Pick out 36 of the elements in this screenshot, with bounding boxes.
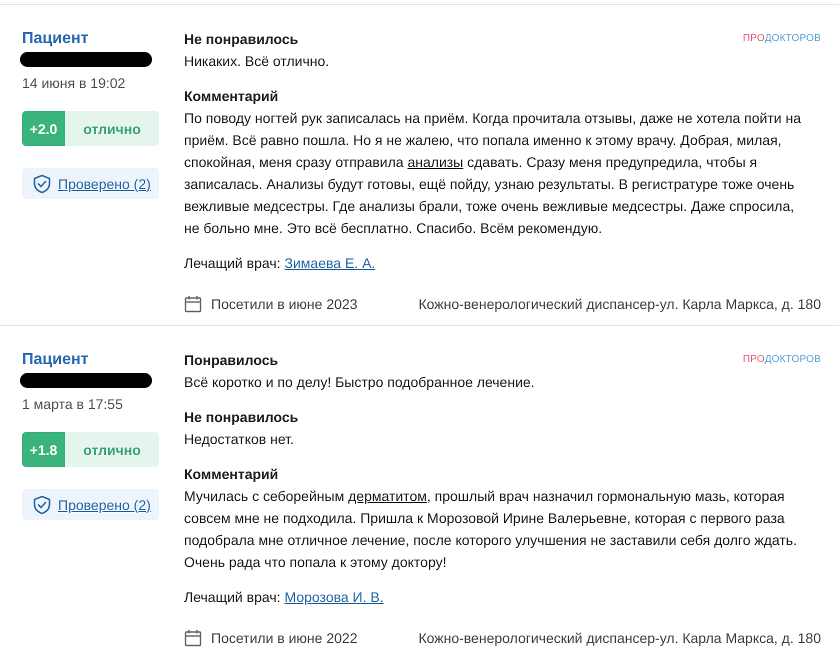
shield-check-icon bbox=[32, 494, 52, 514]
calendar-icon bbox=[184, 295, 202, 313]
term-link[interactable]: анализы bbox=[407, 154, 464, 170]
section-heading: Не понравилось bbox=[184, 408, 298, 427]
clinic-address: Кожно-венерологический диспансер-ул. Карла Маркса, д. 180 bbox=[418, 296, 821, 312]
doctor-label: Лечащий врач: bbox=[184, 589, 281, 605]
shield-check-icon bbox=[32, 174, 52, 194]
visit-date: Посетили в июне 2023 bbox=[211, 296, 358, 312]
review-date: 1 марта в 17:55 bbox=[22, 395, 124, 413]
visit-date: Посетили в июне 2022 bbox=[211, 630, 358, 646]
section-text: Мучилась с себорейным дерматитом, прошлый врач назначил гормональную мазь, которая совсем мне не подходила. Пришла к Морозовой Ирине Валерьевне, которая с первого раза подобрала мне отличное лечение, после которого улучшения не заставили себя долго ждать. Очень рада что попала к этому доктору! bbox=[184, 487, 798, 572]
section-heading: Не понравилось bbox=[184, 30, 298, 49]
section-text: Никаких. Всё отлично. bbox=[184, 52, 330, 71]
author-name: Пациент bbox=[22, 29, 90, 49]
source-logo: ПРОДОКТОРОВ bbox=[742, 33, 821, 44]
section-text: По поводу ногтей рук записалась на приём. Когда прочитала отзывы, даже не хотела пойти на приём. Всё равно пошла. Но я не жалею, что попала именно к этому врачу. Добрая, милая, спокойная, меня сразу отправила анализы сдавать. Сразу меня предупредила, чтобы я записалась. Анализы будут готовы, ещё пойду, узнаю результаты. В регистратуре тоже очень вежливые медсестры. Где анализы брали, тоже очень вежливые медсестры. Даже спросила, не больно мне. Это всё бесплатно. Спасибо. Всём рекомендую. bbox=[184, 109, 802, 238]
verified-link[interactable]: Проверено (2) bbox=[58, 496, 151, 512]
rating-score: +1.8 bbox=[22, 432, 65, 467]
section-heading: Понравилось bbox=[184, 351, 278, 370]
source-logo: ПРОДОКТОРОВ bbox=[742, 354, 821, 365]
term-link[interactable]: дерматитом bbox=[348, 488, 427, 504]
section-text: Всё коротко и по делу! Быстро подобранное лечение. bbox=[184, 373, 536, 392]
rating-score: +2.0 bbox=[22, 111, 65, 146]
doctor-label: Лечащий врач: bbox=[184, 255, 281, 271]
rating-label: отлично bbox=[82, 440, 142, 460]
calendar-icon bbox=[184, 629, 202, 647]
clinic-address: Кожно-венерологический диспансер-ул. Карла Маркса, д. 180 bbox=[418, 630, 821, 646]
doctor-link[interactable]: Зимаева Е. А. bbox=[284, 255, 376, 271]
doctor-link[interactable]: Морозова И. В. bbox=[284, 589, 384, 605]
section-heading: Комментарий bbox=[184, 87, 278, 106]
section-text: Недостатков нет. bbox=[184, 430, 295, 449]
section-heading: Комментарий bbox=[184, 465, 278, 484]
author-name: Пациент bbox=[22, 350, 90, 370]
review-date: 14 июня в 19:02 bbox=[22, 74, 126, 92]
rating-label: отлично bbox=[82, 120, 142, 138]
verified-link[interactable]: Проверено (2) bbox=[58, 176, 151, 192]
